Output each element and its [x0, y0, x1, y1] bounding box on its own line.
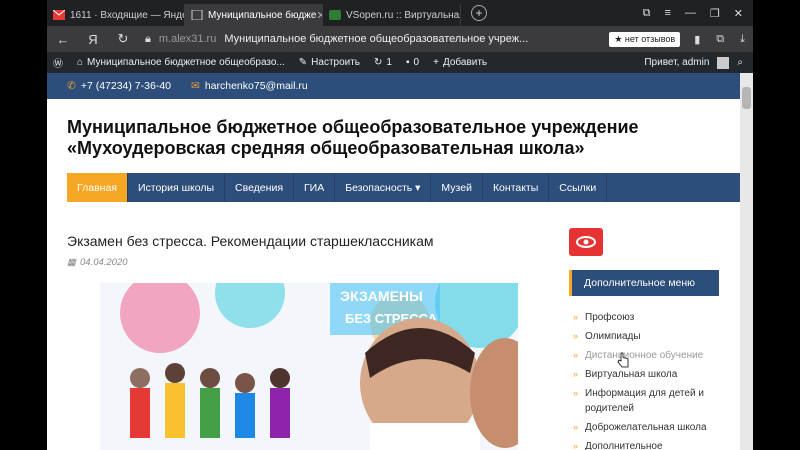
download-icon[interactable]: ⤓ [740, 33, 745, 46]
reviews-badge[interactable]: ★ нет отзывов [609, 31, 681, 47]
wp-account[interactable]: Привет, admin ⌕ [644, 56, 753, 69]
page-scrollbar[interactable] [740, 73, 753, 450]
wp-site-link[interactable]: ⌂ Муниципальное бюджетное общеобразо... [77, 57, 285, 68]
nav-item-info[interactable]: Сведения [225, 173, 294, 202]
sidebar-menu-title: Дополнительное меню [569, 270, 719, 296]
back-button[interactable]: ← [55, 32, 71, 47]
close-window-icon[interactable]: ✕ [734, 7, 743, 20]
tab-label: Муниципальное бюдже [208, 9, 317, 21]
phone-contact[interactable]: ✆ +7 (47234) 7-36-40 [67, 80, 171, 92]
avatar [717, 56, 730, 69]
site-title[interactable]: Муниципальное бюджетное общеобразователь… [67, 117, 720, 159]
wp-site-name: Муниципальное бюджетное общеобразо... [87, 57, 285, 68]
sidebar: Дополнительное меню Профсоюз Олимпиады Д… [569, 228, 719, 450]
tab-label: 1611 · Входящие — Яндекс [70, 9, 185, 21]
restore-icon[interactable]: ❐ [710, 7, 720, 20]
extensions-icon[interactable]: ⧉ [716, 33, 724, 46]
sidebar-item-info-children-parents[interactable]: Информация для детей и родителей [569, 384, 719, 418]
window-controls: ⧉ ≡ — ❐ ✕ [643, 7, 753, 20]
nav-item-museum[interactable]: Музей [431, 173, 483, 202]
lock-icon: 🔒︎ [145, 32, 151, 45]
sidebar-item-virtual-school[interactable]: Виртуальная школа [569, 365, 719, 384]
wp-customize-label: Настроить [311, 57, 361, 68]
tab-mail[interactable]: 1611 · Входящие — Яндекс ✕ [47, 4, 185, 26]
scrollbar-thumb[interactable] [742, 87, 751, 109]
wp-logo-icon[interactable]: Ⓦ [53, 55, 63, 70]
brush-icon: ✎ [298, 57, 308, 68]
search-icon[interactable]: ⌕ [737, 57, 743, 68]
accessibility-eye-button[interactable] [569, 228, 603, 256]
contact-strip: ✆ +7 (47234) 7-36-40 ✉ harchenko75@mail.ru [47, 73, 740, 99]
sidebar-item-olympiads[interactable]: Олимпиады [569, 327, 719, 346]
sidebar-item-friendly-school[interactable]: Доброжелательная школа [569, 418, 719, 437]
vsopen-icon [329, 10, 341, 20]
url-title: Муниципальное бюджетное общеобразователь… [224, 33, 529, 45]
site-title-line2: «Мухоудеровская средняя общеобразователь… [67, 138, 585, 158]
poster-line1: ЭКЗАМЕНЫ [340, 288, 423, 304]
main-navigation: Главная История школы Сведения ГИА Безоп… [67, 173, 740, 202]
nav-item-links[interactable]: Ссылки [549, 173, 608, 202]
nav-item-history[interactable]: История школы [128, 173, 226, 202]
wp-admin-bar: Ⓦ ⌂ Муниципальное бюджетное общеобразо..… [47, 52, 753, 73]
post-title[interactable]: Экзамен без стресса. Рекомендации старше… [67, 233, 537, 249]
page-icon [191, 10, 203, 20]
tab-school[interactable]: Муниципальное бюдже ✕ [185, 4, 323, 26]
calendar-icon: ▦ [67, 257, 76, 268]
wp-updates-link[interactable]: ↻ 1 [374, 57, 392, 68]
address-actions: ▮ ⧉ ⤓ [694, 33, 745, 46]
wp-comments-count: 0 [413, 57, 420, 68]
phone-icon: ✆ [67, 80, 76, 92]
wp-greeting: Привет, admin [644, 57, 710, 68]
nav-item-gia[interactable]: ГИА [294, 173, 336, 202]
sidebar-item-distance-learning[interactable]: Дистанционное обучение [569, 346, 719, 365]
wp-add-new-link[interactable]: + Добавить [433, 57, 487, 68]
plus-icon: + [433, 57, 439, 68]
envelope-icon: ✉ [191, 80, 200, 92]
email-contact[interactable]: ✉ harchenko75@mail.ru [191, 80, 308, 92]
home-icon: ⌂ [77, 57, 84, 68]
sidebar-item-trade-union[interactable]: Профсоюз [569, 308, 719, 327]
post-image[interactable]: ЭКЗАМЕНЫ БЕЗ СТРЕССА [100, 283, 518, 450]
post-date-value: 04.04.2020 [79, 257, 128, 268]
site-header: Муниципальное бюджетное общеобразователь… [47, 99, 740, 159]
phone-number: +7 (47234) 7-36-40 [80, 80, 172, 92]
url-host: m.alex31.ru [158, 33, 217, 45]
nav-item-home[interactable]: Главная [67, 173, 128, 202]
wp-customize-link[interactable]: ✎ Настроить [299, 57, 360, 68]
eye-icon [576, 236, 596, 248]
url-field[interactable]: 🔒︎ m.alex31.ru Муниципальное бюджетное о… [145, 33, 603, 46]
sidebar-menu: Профсоюз Олимпиады Дистанционное обучени… [569, 308, 719, 450]
yandex-logo[interactable]: Я [85, 32, 101, 47]
post-date: ▦ 04.04.2020 [67, 257, 537, 268]
sidebar-item-additional-education[interactable]: Дополнительное образование [569, 437, 719, 450]
nav-item-contacts[interactable]: Контакты [483, 173, 550, 202]
mail-icon [53, 10, 65, 20]
browser-tab-bar: 1611 · Входящие — Яндекс ✕ Муниципальное… [47, 0, 753, 26]
nav-item-safety[interactable]: Безопасность ▾ [335, 173, 432, 202]
wp-comments-link[interactable]: ▪ 0 [406, 57, 419, 68]
address-bar: ← Я ↻ 🔒︎ m.alex31.ru Муниципальное бюдже… [47, 26, 753, 52]
tab-label: VSopen.ru :: Виртуальная [346, 9, 461, 21]
close-icon[interactable]: ✕ [316, 9, 322, 22]
bookmark-icon[interactable]: ▮ [694, 33, 700, 46]
comment-icon: ▪ [405, 57, 410, 68]
web-page: ✆ +7 (47234) 7-36-40 ✉ harchenko75@mail.ru… [47, 73, 740, 450]
new-tab-button[interactable]: + [471, 5, 487, 21]
reload-button[interactable]: ↻ [115, 31, 131, 47]
screen: 1611 · Входящие — Яндекс ✕ Муниципальное… [0, 0, 800, 450]
wp-updates-count: 1 [386, 57, 392, 68]
post-content: Экзамен без стресса. Рекомендации старше… [67, 233, 537, 450]
wp-add-label: Добавить [442, 57, 488, 68]
site-title-line1: Муниципальное бюджетное общеобразователь… [67, 117, 639, 137]
tabs-icon[interactable]: ⧉ [643, 7, 651, 20]
menu-icon[interactable]: ≡ [664, 7, 670, 20]
updates-icon: ↻ [374, 57, 383, 68]
hand-cursor-icon [617, 352, 629, 368]
email-address: harchenko75@mail.ru [204, 80, 308, 92]
tab-vsopen[interactable]: VSopen.ru :: Виртуальная ✕ [323, 4, 461, 26]
exam-poster-illustration: ЭКЗАМЕНЫ БЕЗ СТРЕССА [100, 283, 518, 450]
minimize-icon[interactable]: — [685, 7, 696, 20]
